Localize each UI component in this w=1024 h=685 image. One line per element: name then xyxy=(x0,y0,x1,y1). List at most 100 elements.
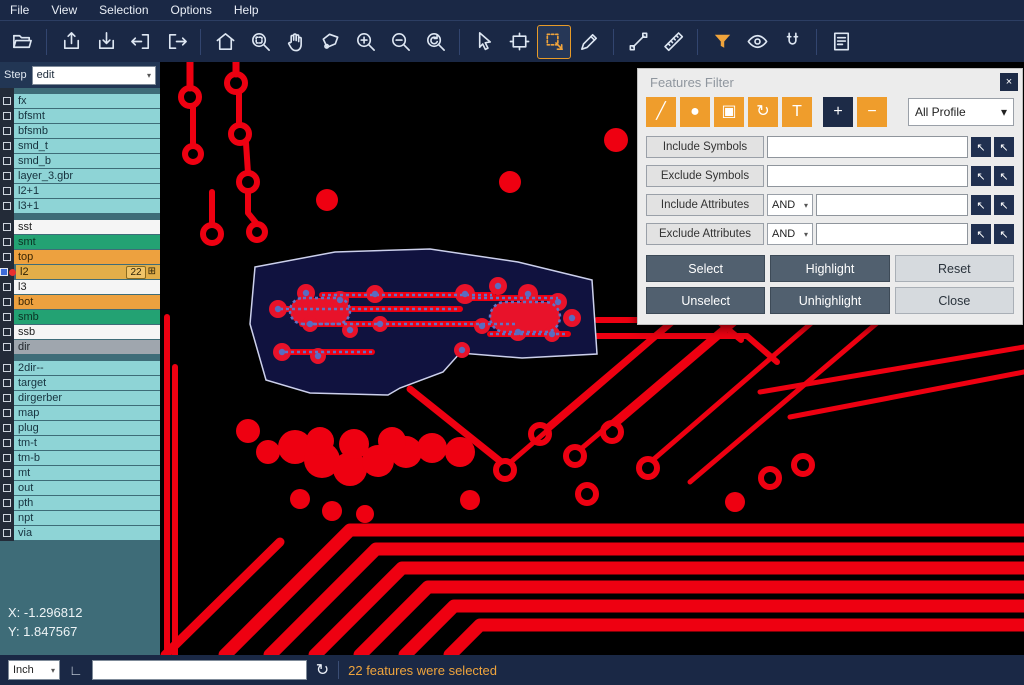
layer-name[interactable]: smt xyxy=(14,235,160,249)
menu-file[interactable]: File xyxy=(10,3,29,17)
exclude-attributes-operator-dropdown[interactable]: AND ▾ xyxy=(767,223,813,245)
layer-row-npt[interactable]: npt xyxy=(0,511,160,525)
layer-name[interactable]: bot xyxy=(14,295,160,309)
layer-row-top[interactable]: top xyxy=(0,250,160,264)
menu-options[interactable]: Options xyxy=(171,3,212,17)
include-symbols-button[interactable]: Include Symbols xyxy=(646,136,764,158)
profile-dropdown[interactable]: All Profile ▾ xyxy=(908,98,1014,126)
layer-row-smd_b[interactable]: smd_b xyxy=(0,154,160,168)
layer-visibility-checkbox[interactable] xyxy=(0,340,14,354)
layer-visibility-checkbox[interactable] xyxy=(0,511,14,525)
pad-filter-icon[interactable]: ● xyxy=(680,97,710,127)
units-dropdown[interactable]: Inch ▾ xyxy=(8,660,60,680)
layer-row-mt[interactable]: mt xyxy=(0,466,160,480)
rect-select-icon[interactable] xyxy=(503,26,535,58)
layer-visibility-checkbox[interactable] xyxy=(0,295,14,309)
layer-name[interactable]: smd_b xyxy=(14,154,160,168)
pick-add-attribute-icon[interactable]: ↖ xyxy=(994,195,1014,215)
zoom-out-icon[interactable] xyxy=(384,26,416,58)
layer-name[interactable]: fx xyxy=(14,94,160,108)
layer-visibility-checkbox[interactable] xyxy=(0,124,14,138)
layer-row-tm-b[interactable]: tm-b xyxy=(0,451,160,465)
exclude-attributes-button[interactable]: Exclude Attributes xyxy=(646,223,764,245)
layer-name[interactable]: bfsmt xyxy=(14,109,160,123)
layer-row-l3+1[interactable]: l3+1 xyxy=(0,199,160,213)
layer-row-smb[interactable]: smb xyxy=(0,310,160,324)
layer-visibility-checkbox[interactable] xyxy=(0,325,14,339)
layer-name[interactable]: dir xyxy=(14,340,160,354)
box-arrow-right-icon[interactable] xyxy=(160,26,192,58)
exclude-symbols-button[interactable]: Exclude Symbols xyxy=(646,165,764,187)
lasso-select-icon[interactable] xyxy=(314,26,346,58)
dialog-title-bar[interactable]: Features Filter × xyxy=(638,69,1022,93)
layer-visibility-checkbox[interactable] xyxy=(0,481,14,495)
unselect-button[interactable]: Unselect xyxy=(646,287,765,314)
include-attributes-input[interactable] xyxy=(816,194,968,216)
layer-name[interactable]: 2dir-- xyxy=(14,361,160,375)
pan-hand-icon[interactable] xyxy=(279,26,311,58)
layer-visibility-checkbox[interactable] xyxy=(0,184,14,198)
measure-ruler-icon[interactable] xyxy=(657,26,689,58)
step-dropdown[interactable]: edit ▾ xyxy=(32,66,156,85)
layer-visibility-checkbox[interactable] xyxy=(0,376,14,390)
magnet-icon[interactable] xyxy=(776,26,808,58)
layer-name[interactable]: out xyxy=(14,481,160,495)
zoom-in-icon[interactable] xyxy=(349,26,381,58)
angle-icon[interactable]: ∟ xyxy=(69,662,83,678)
menu-help[interactable]: Help xyxy=(234,3,259,17)
menu-selection[interactable]: Selection xyxy=(99,3,148,17)
layer-visibility-checkbox[interactable] xyxy=(0,280,14,294)
layer-visibility-checkbox[interactable] xyxy=(0,235,14,249)
layer-visibility-checkbox[interactable] xyxy=(0,421,14,435)
layer-name[interactable]: ssb xyxy=(14,325,160,339)
layer-visibility-checkbox[interactable] xyxy=(0,466,14,480)
layer-row-smd_t[interactable]: smd_t xyxy=(0,139,160,153)
layer-name[interactable]: via xyxy=(14,526,160,540)
layer-visibility-checkbox[interactable] xyxy=(0,220,14,234)
layer-row-smt[interactable]: smt xyxy=(0,235,160,249)
layer-name[interactable]: npt xyxy=(14,511,160,525)
command-input[interactable] xyxy=(92,660,307,680)
remove-filter-icon[interactable]: − xyxy=(857,97,887,127)
layer-row-bfsmb[interactable]: bfsmb xyxy=(0,124,160,138)
home-icon[interactable] xyxy=(209,26,241,58)
pick-add-attribute-icon[interactable]: ↖ xyxy=(994,224,1014,244)
brush-icon[interactable] xyxy=(573,26,605,58)
select-button[interactable]: Select xyxy=(646,255,765,282)
pick-add-symbol-icon[interactable]: ↖ xyxy=(994,166,1014,186)
pcb-canvas[interactable]: Features Filter × ╱ ● ▣ ↻ T + − All Prof… xyxy=(160,62,1024,655)
layer-visibility-checkbox[interactable] xyxy=(0,154,14,168)
add-filter-icon[interactable]: + xyxy=(823,97,853,127)
layer-visibility-checkbox[interactable] xyxy=(0,361,14,375)
layer-row-layer_3.gbr[interactable]: layer_3.gbr xyxy=(0,169,160,183)
refresh-icon[interactable]: ↻ xyxy=(316,660,329,680)
layer-name[interactable]: smd_t xyxy=(14,139,160,153)
reset-button[interactable]: Reset xyxy=(895,255,1014,282)
unhighlight-button[interactable]: Unhighlight xyxy=(770,287,889,314)
pick-attribute-icon[interactable]: ↖ xyxy=(971,224,991,244)
line-filter-icon[interactable]: ╱ xyxy=(646,97,676,127)
grid-icon[interactable]: ⊞ xyxy=(148,265,156,279)
layer-name[interactable]: map xyxy=(14,406,160,420)
layer-visibility-checkbox[interactable] xyxy=(0,199,14,213)
layer-name[interactable]: pth xyxy=(14,496,160,510)
eye-icon[interactable] xyxy=(741,26,773,58)
feature-select-icon[interactable] xyxy=(538,26,570,58)
layer-name[interactable]: plug xyxy=(14,421,160,435)
layer-row-2dir--[interactable]: 2dir-- xyxy=(0,361,160,375)
layer-name[interactable]: dirgerber xyxy=(14,391,160,405)
layer-row-fx[interactable]: fx xyxy=(0,94,160,108)
exclude-symbols-input[interactable] xyxy=(767,165,968,187)
layer-visibility-checkbox[interactable] xyxy=(0,265,16,279)
layer-visibility-checkbox[interactable] xyxy=(0,250,14,264)
pick-attribute-icon[interactable]: ↖ xyxy=(971,195,991,215)
layer-name[interactable]: l3+1 xyxy=(14,199,160,213)
layer-visibility-checkbox[interactable] xyxy=(0,526,14,540)
cursor-select-icon[interactable] xyxy=(468,26,500,58)
layer-row-via[interactable]: via xyxy=(0,526,160,540)
layer-row-map[interactable]: map xyxy=(0,406,160,420)
layer-name[interactable]: layer_3.gbr xyxy=(14,169,160,183)
layer-row-target[interactable]: target xyxy=(0,376,160,390)
surface-filter-icon[interactable]: ▣ xyxy=(714,97,744,127)
box-arrow-down-icon[interactable] xyxy=(90,26,122,58)
